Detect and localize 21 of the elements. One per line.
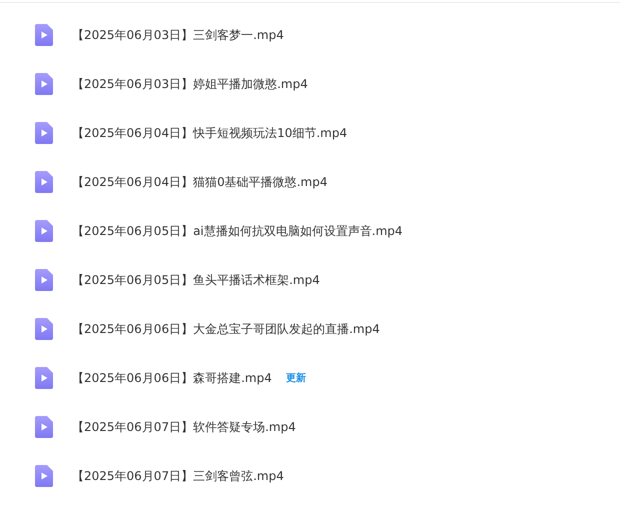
video-file-icon: [35, 220, 53, 242]
file-name[interactable]: 【2025年06月05日】ai慧播如何抗双电脑如何设置声音.mp4: [72, 222, 403, 240]
update-tag: 更新: [286, 371, 306, 385]
file-name[interactable]: 【2025年06月06日】大金总宝子哥团队发起的直播.mp4: [72, 320, 380, 338]
file-name[interactable]: 【2025年06月04日】快手短视频玩法10细节.mp4: [72, 124, 348, 142]
file-name[interactable]: 【2025年06月06日】森哥搭建.mp4: [72, 370, 272, 386]
video-file-icon: [35, 465, 53, 487]
file-name[interactable]: 【2025年06月07日】软件答疑专场.mp4: [72, 418, 296, 436]
file-name[interactable]: 【2025年06月04日】猫猫0基础平播微憨.mp4: [72, 174, 328, 190]
video-file-icon: [35, 122, 53, 144]
video-file-icon: [35, 269, 53, 291]
video-file-icon: [35, 171, 53, 193]
video-file-icon: [35, 24, 53, 46]
video-file-icon: [35, 416, 53, 438]
file-name[interactable]: 【2025年06月05日】鱼头平播话术框架.mp4: [72, 272, 320, 288]
video-file-icon: [35, 318, 53, 340]
video-file-icon: [35, 367, 53, 389]
file-name[interactable]: 【2025年06月03日】三剑客梦一.mp4: [72, 26, 284, 44]
file-name[interactable]: 【2025年06月03日】婷姐平播加微憨.mp4: [72, 76, 308, 92]
file-name[interactable]: 【2025年06月07日】三剑客曾弦.mp4: [72, 468, 284, 484]
video-file-icon: [35, 73, 53, 95]
